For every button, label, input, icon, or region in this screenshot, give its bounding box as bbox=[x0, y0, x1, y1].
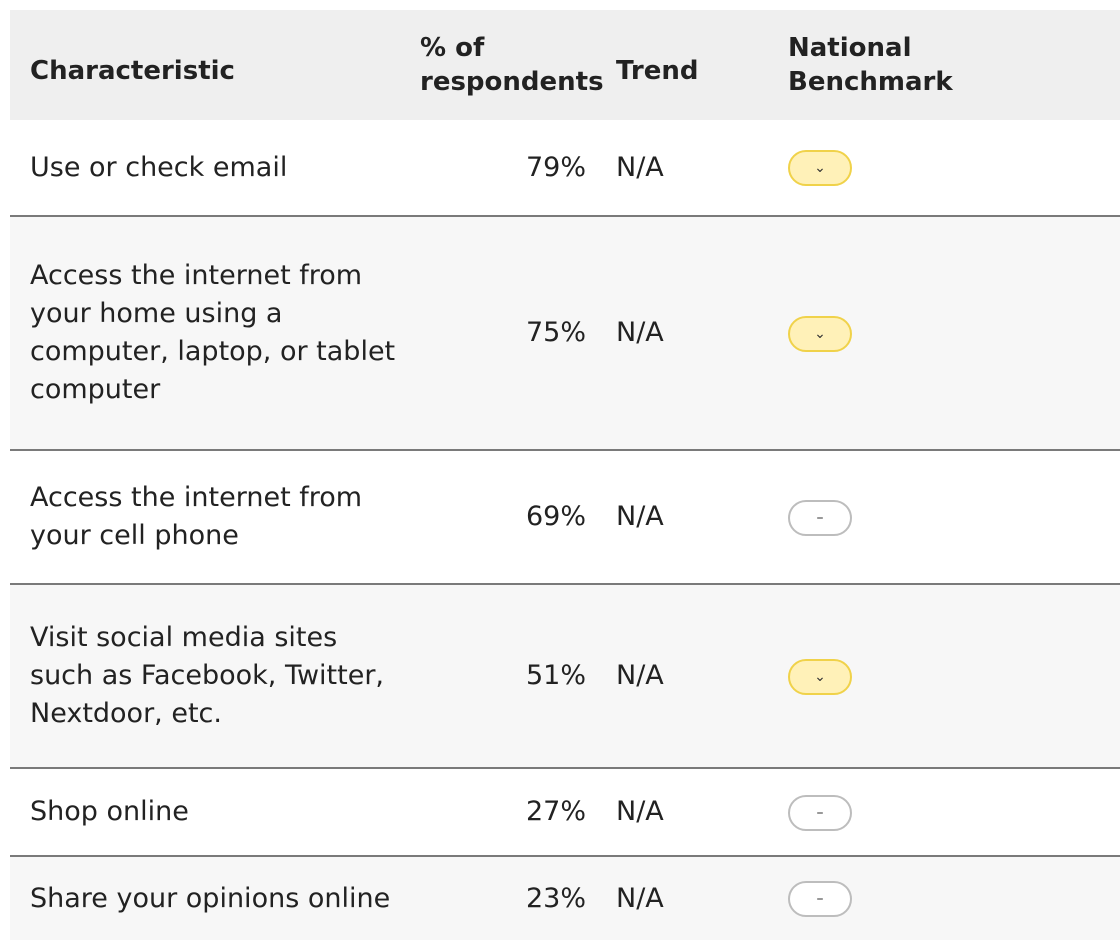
row-trend: N/A bbox=[616, 317, 664, 348]
row-trend: N/A bbox=[616, 501, 664, 532]
benchmark-similar-icon[interactable]: ⌄ bbox=[788, 150, 852, 186]
row-trend: N/A bbox=[616, 796, 664, 827]
row-percent: 27% bbox=[525, 796, 586, 827]
table-row: Access the internet from your cell phone… bbox=[10, 450, 1120, 584]
header-national-benchmark: National Benchmark bbox=[788, 10, 1120, 120]
row-percent: 51% bbox=[525, 660, 586, 691]
table-row: Shop online 27% N/A – bbox=[10, 768, 1120, 856]
header-benchmark-line1: National bbox=[788, 33, 912, 63]
row-benchmark: – bbox=[788, 856, 1120, 940]
chevron-down-icon: ⌄ bbox=[814, 325, 826, 342]
row-characteristic: Shop online bbox=[30, 796, 189, 827]
row-trend: N/A bbox=[616, 660, 664, 691]
header-percent-line2: respondents bbox=[420, 67, 604, 97]
chevron-down-icon: ⌄ bbox=[814, 668, 826, 685]
row-trend: N/A bbox=[616, 151, 664, 183]
row-trend: N/A bbox=[616, 882, 664, 914]
header-percent-respondents: % of respondents bbox=[420, 10, 616, 120]
row-characteristic: Access the internet from your home using… bbox=[30, 260, 396, 405]
benchmark-none-icon[interactable]: – bbox=[788, 499, 852, 536]
row-benchmark: ⌄ bbox=[788, 584, 1120, 768]
row-characteristic: Use or check email bbox=[30, 151, 288, 183]
row-characteristic: Access the internet from your cell phone bbox=[30, 482, 363, 551]
row-benchmark: ⌄ bbox=[788, 216, 1120, 450]
table-row: Visit social media sites such as Faceboo… bbox=[10, 584, 1120, 768]
header-characteristic: Characteristic bbox=[30, 56, 235, 86]
row-benchmark: ⌄ bbox=[788, 120, 1120, 216]
benchmark-none-icon[interactable]: – bbox=[788, 794, 852, 831]
table-header-row: Characteristic % of respondents Trend Na… bbox=[10, 10, 1120, 120]
row-benchmark: – bbox=[788, 768, 1120, 856]
header-trend: Trend bbox=[616, 56, 699, 86]
row-percent: 75% bbox=[525, 317, 586, 348]
table-row: Share your opinions online 23% N/A – bbox=[10, 856, 1120, 940]
row-characteristic: Share your opinions online bbox=[30, 882, 391, 914]
row-characteristic: Visit social media sites such as Faceboo… bbox=[30, 622, 385, 729]
dash-icon: – bbox=[816, 891, 824, 907]
benchmark-similar-icon[interactable]: ⌄ bbox=[788, 658, 852, 695]
row-benchmark: – bbox=[788, 450, 1120, 584]
benchmark-none-icon[interactable]: – bbox=[788, 881, 852, 917]
header-benchmark-line2: Benchmark bbox=[788, 67, 953, 97]
row-percent: 23% bbox=[525, 882, 586, 914]
row-percent: 69% bbox=[525, 501, 586, 532]
header-percent-line1: % of bbox=[420, 33, 485, 63]
table-row: Use or check email 79% N/A ⌄ bbox=[10, 120, 1120, 216]
benchmark-table: Characteristic % of respondents Trend Na… bbox=[10, 10, 1120, 940]
chevron-down-icon: ⌄ bbox=[814, 160, 826, 176]
benchmark-similar-icon[interactable]: ⌄ bbox=[788, 315, 852, 352]
dash-icon: – bbox=[816, 509, 824, 526]
table-row: Access the internet from your home using… bbox=[10, 216, 1120, 450]
dash-icon: – bbox=[816, 804, 824, 821]
row-percent: 79% bbox=[525, 151, 586, 183]
